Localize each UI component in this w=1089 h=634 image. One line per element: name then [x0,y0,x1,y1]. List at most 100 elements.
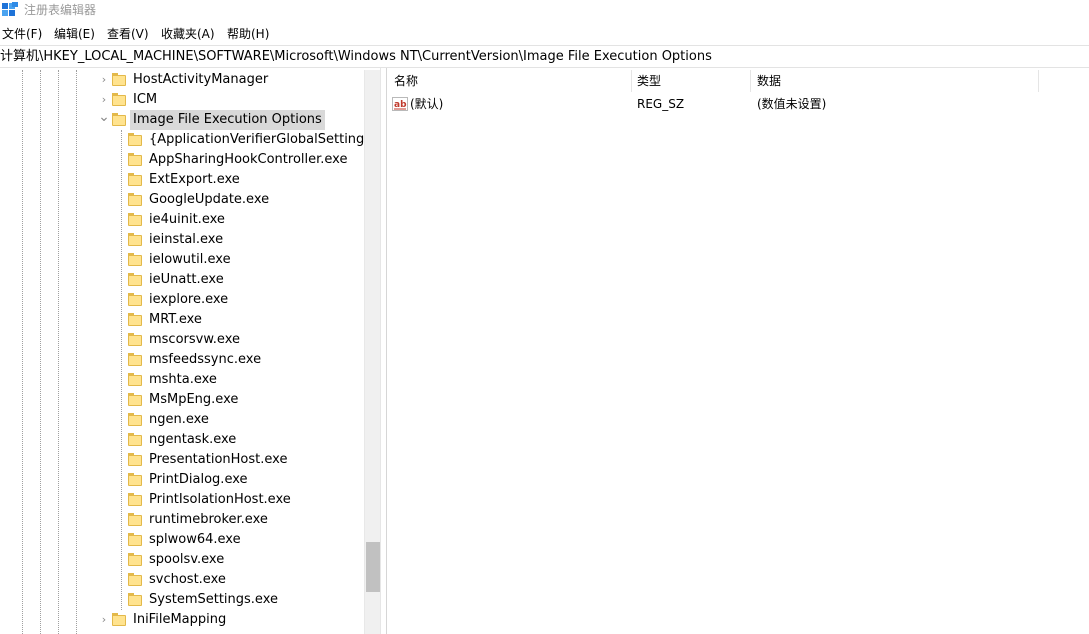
tree-node-label[interactable]: SystemSettings.exe [146,590,281,610]
folder-icon [128,493,142,507]
chevron-down-icon[interactable]: ⌄ [98,110,110,130]
folder-icon [112,73,126,87]
tree-node-label[interactable]: MRT.exe [146,310,205,330]
folder-icon [112,613,126,627]
tree-node-label[interactable]: iexplore.exe [146,290,231,310]
tree-node[interactable]: › IniFileMapping [0,610,364,630]
tree-child-node[interactable]: splwow64.exe [0,530,364,550]
tree-node-label[interactable]: ieinstal.exe [146,230,226,250]
tree-scrollbar-thumb[interactable] [366,542,380,592]
tree-child-node[interactable]: ie4uinit.exe [0,210,364,230]
tree-node[interactable]: ⌄ Image File Execution Options [0,110,364,130]
tree-node-label[interactable]: MsMpEng.exe [146,390,241,410]
folder-icon [112,93,126,107]
menu-edit[interactable]: 编辑(E) [54,26,95,42]
chevron-right-icon[interactable]: › [98,610,110,630]
tree-node-label[interactable]: HostActivityManager [130,70,271,90]
folder-icon [128,553,142,567]
folder-icon [128,573,142,587]
menu-favorites[interactable]: 收藏夹(A) [161,26,215,42]
address-bar[interactable]: 计算机\HKEY_LOCAL_MACHINE\SOFTWARE\Microsof… [0,45,1089,68]
pane-splitter[interactable] [380,68,387,634]
tree-child-node[interactable]: msfeedssync.exe [0,350,364,370]
tree-node-label[interactable]: msfeedssync.exe [146,350,264,370]
folder-icon [128,133,142,147]
tree-node-label[interactable]: mscorsvw.exe [146,330,243,350]
chevron-right-icon[interactable]: › [98,70,110,90]
column-header-data[interactable]: 数据 [751,70,1039,92]
folder-icon [128,333,142,347]
value-type: REG_SZ [637,97,685,111]
tree-child-node[interactable]: runtimebroker.exe [0,510,364,530]
tree-node-label[interactable]: ngen.exe [146,410,212,430]
value-row[interactable]: ab (默认) REG_SZ (数值未设置) [388,94,1088,114]
folder-icon [128,473,142,487]
tree-node-label[interactable]: ExtExport.exe [146,170,243,190]
tree-node-label[interactable]: PresentationHost.exe [146,450,290,470]
tree-child-node[interactable]: ielowutil.exe [0,250,364,270]
address-path[interactable]: 计算机\HKEY_LOCAL_MACHINE\SOFTWARE\Microsof… [0,49,712,65]
tree-scrollbar[interactable] [364,70,380,634]
tree-child-node[interactable]: {ApplicationVerifierGlobalSettings} [0,130,379,150]
tree-child-node[interactable]: ExtExport.exe [0,170,364,190]
tree-child-node[interactable]: SystemSettings.exe [0,590,364,610]
folder-icon [128,433,142,447]
tree-node-label[interactable]: runtimebroker.exe [146,510,271,530]
title-bar: 注册表编辑器 [0,0,1089,22]
tree-node-label[interactable]: {ApplicationVerifierGlobalSettings} [146,130,380,150]
tree-node-label[interactable]: ieUnatt.exe [146,270,227,290]
tree-child-node[interactable]: svchost.exe [0,570,364,590]
tree-child-node[interactable]: spoolsv.exe [0,550,364,570]
key-tree[interactable]: › HostActivityManager › ICM ⌄ Image File Exec… [0,70,380,634]
folder-icon [128,293,142,307]
tree-node-label[interactable]: AppSharingHookController.exe [146,150,350,170]
folder-icon [128,593,142,607]
tree-node-label[interactable]: PrintIsolationHost.exe [146,490,294,510]
tree-node[interactable]: › ICM [0,90,364,110]
value-name: (默认) [410,97,444,111]
tree-node-label[interactable]: IniFileMapping [130,610,229,630]
tree-node-label[interactable]: svchost.exe [146,570,229,590]
column-header-name[interactable]: 名称 [388,70,632,92]
tree-node-label[interactable]: ngentask.exe [146,430,239,450]
menu-help[interactable]: 帮助(H) [227,26,269,42]
tree-node-label[interactable]: ICM [130,90,160,110]
tree-child-node[interactable]: mscorsvw.exe [0,330,364,350]
folder-icon [128,513,142,527]
tree-child-node[interactable]: iexplore.exe [0,290,364,310]
tree-node-label[interactable]: mshta.exe [146,370,220,390]
tree-child-node[interactable]: GoogleUpdate.exe [0,190,364,210]
folder-icon [128,373,142,387]
tree-node-label[interactable]: GoogleUpdate.exe [146,190,272,210]
tree-child-node[interactable]: ngen.exe [0,410,364,430]
menu-view[interactable]: 查看(V) [107,26,149,42]
tree-child-node[interactable]: mshta.exe [0,370,364,390]
tree-child-node[interactable]: AppSharingHookController.exe [0,150,364,170]
tree-node[interactable]: › HostActivityManager [0,70,364,90]
tree-node-label[interactable]: PrintDialog.exe [146,470,251,490]
tree-node-label[interactable]: spoolsv.exe [146,550,227,570]
value-list[interactable]: 名称 类型 数据 ab (默认) REG_SZ (数值未设置) [388,70,1089,634]
tree-node-label[interactable]: splwow64.exe [146,530,244,550]
tree-child-node[interactable]: ngentask.exe [0,430,364,450]
tree-child-node[interactable]: PrintIsolationHost.exe [0,490,364,510]
column-header-type[interactable]: 类型 [631,70,751,92]
tree-node-label[interactable]: ielowutil.exe [146,250,234,270]
tree-node-label[interactable]: ie4uinit.exe [146,210,228,230]
tree-child-node[interactable]: PrintDialog.exe [0,470,364,490]
menu-file[interactable]: 文件(F) [2,26,42,42]
tree-child-node[interactable]: MsMpEng.exe [0,390,364,410]
tree-child-node[interactable]: PresentationHost.exe [0,450,364,470]
folder-icon [128,153,142,167]
folder-icon [128,353,142,367]
tree-child-node[interactable]: ieinstal.exe [0,230,364,250]
folder-icon [128,453,142,467]
tree-child-node[interactable]: MRT.exe [0,310,364,330]
folder-icon [128,393,142,407]
tree-child-node[interactable]: ieUnatt.exe [0,270,364,290]
tree-node-label[interactable]: Image File Execution Options [130,110,325,130]
folder-icon [128,533,142,547]
chevron-right-icon[interactable]: › [98,90,110,110]
folder-icon [128,413,142,427]
folder-icon [128,313,142,327]
